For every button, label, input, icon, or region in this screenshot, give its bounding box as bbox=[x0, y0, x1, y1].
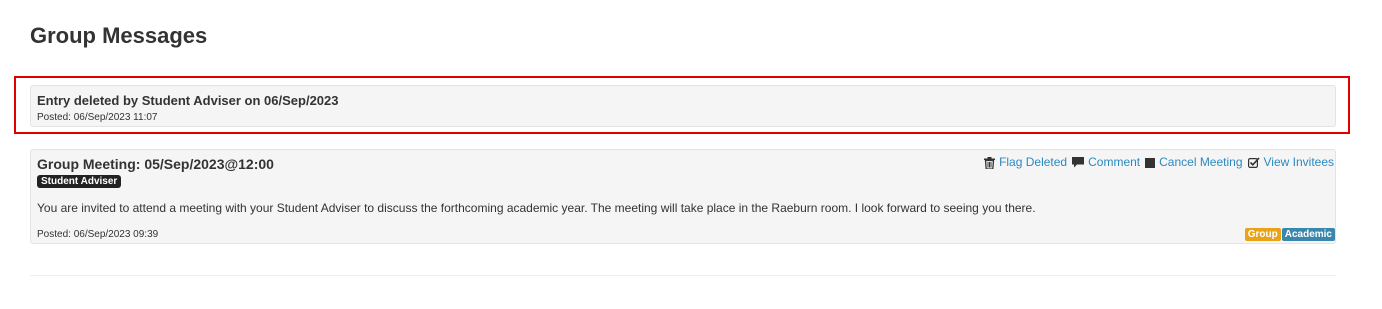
cancel-meeting-label: Cancel Meeting bbox=[1159, 155, 1243, 169]
flag-deleted-link[interactable]: Flag Deleted bbox=[984, 155, 1067, 170]
divider bbox=[30, 275, 1336, 276]
comment-link[interactable]: Comment bbox=[1072, 155, 1140, 170]
checkbox-check-icon bbox=[1247, 157, 1260, 168]
entry-title: Group Meeting: 05/Sep/2023@12:00 bbox=[37, 156, 274, 172]
group-tag: Group bbox=[1244, 228, 1281, 241]
message-body: You are invited to attend a meeting with… bbox=[37, 201, 1036, 215]
view-invitees-link[interactable]: View Invitees bbox=[1247, 155, 1334, 170]
entry-title: Entry deleted by Student Adviser on 06/S… bbox=[37, 93, 339, 108]
posted-timestamp: Posted: 06/Sep/2023 11:07 bbox=[37, 112, 158, 123]
deleted-entry-panel: Entry deleted by Student Adviser on 06/S… bbox=[30, 85, 1336, 127]
meeting-entry-panel: Group Meeting: 05/Sep/2023@12:00 Student… bbox=[30, 149, 1336, 244]
entry-actions: Flag Deleted Comment Cancel Meeting View… bbox=[979, 155, 1334, 170]
flag-deleted-label: Flag Deleted bbox=[999, 155, 1068, 169]
group-messages-page: Group Messages Entry deleted by Student … bbox=[0, 0, 1382, 309]
role-badge: Student Adviser bbox=[37, 175, 122, 188]
academic-tag: Academic bbox=[1281, 228, 1335, 241]
view-invitees-label: View Invitees bbox=[1263, 155, 1334, 169]
entry-tags: Group Academic bbox=[1244, 228, 1335, 241]
stop-square-icon bbox=[1145, 157, 1156, 168]
posted-timestamp: Posted: 06/Sep/2023 09:39 bbox=[37, 229, 159, 240]
page-title: Group Messages bbox=[30, 23, 208, 48]
cancel-meeting-link[interactable]: Cancel Meeting bbox=[1145, 155, 1243, 170]
comment-icon bbox=[1072, 157, 1085, 168]
comment-label: Comment bbox=[1088, 155, 1141, 169]
trash-icon bbox=[984, 156, 996, 169]
